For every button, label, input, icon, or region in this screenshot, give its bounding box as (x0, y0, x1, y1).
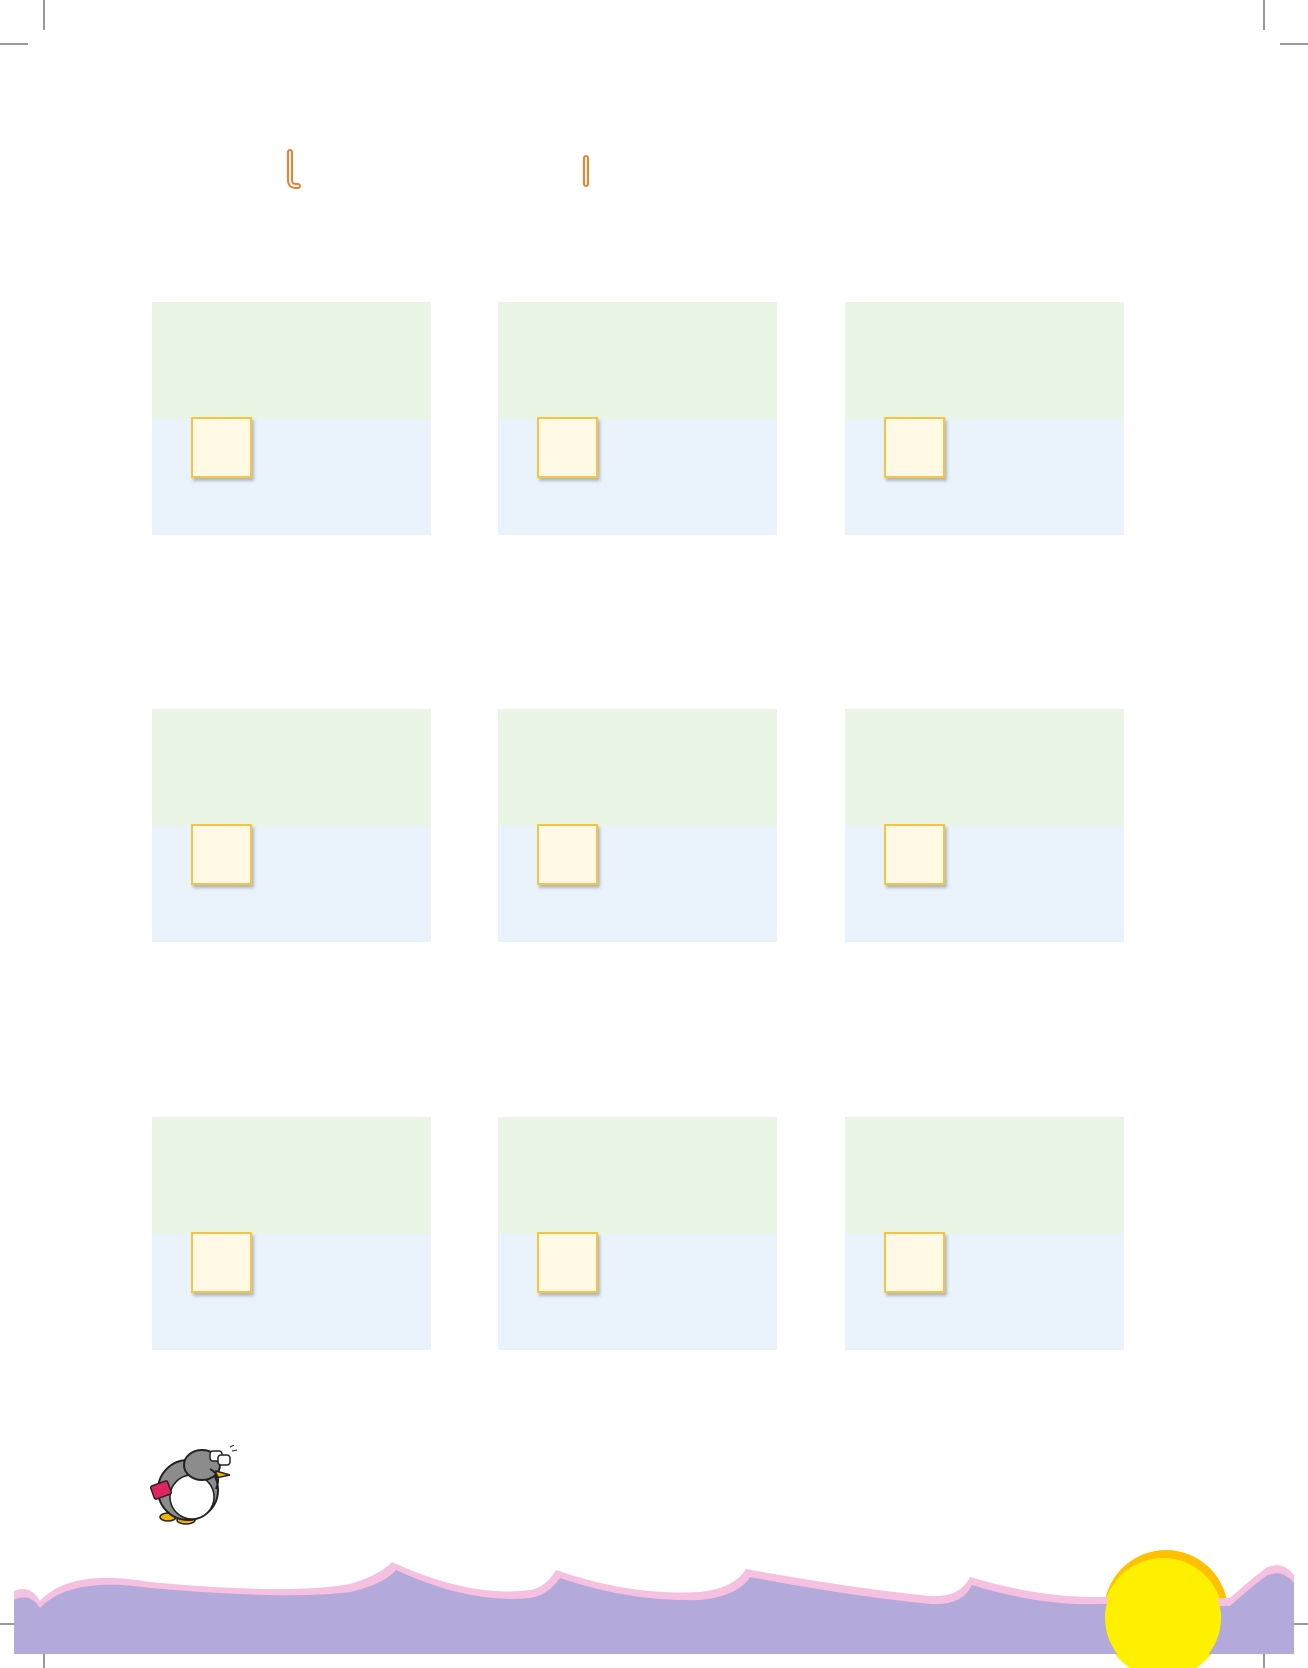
card-top-panel (845, 709, 1124, 826)
exercise-grid (152, 302, 1124, 1352)
card-top-panel (845, 302, 1124, 419)
exercise-card-1 (152, 302, 431, 535)
exercise-card-4 (152, 709, 431, 942)
answer-box[interactable] (884, 824, 945, 885)
answer-box[interactable] (191, 824, 252, 885)
wave-fill (14, 1570, 1294, 1654)
answer-box[interactable] (191, 417, 252, 478)
title-marks (287, 149, 589, 189)
answer-box[interactable] (884, 417, 945, 478)
hook-mark-icon (287, 149, 301, 189)
card-top-panel (152, 302, 431, 419)
exercise-card-7 (152, 1117, 431, 1350)
answer-box[interactable] (884, 1232, 945, 1293)
penguin-mascot-icon (150, 1445, 238, 1525)
card-top-panel (845, 1117, 1124, 1234)
footer-waves (14, 1550, 1294, 1668)
card-top-panel (152, 1117, 431, 1234)
exercise-card-5 (498, 709, 777, 942)
answer-box[interactable] (537, 417, 598, 478)
card-top-panel (152, 709, 431, 826)
answer-box[interactable] (537, 824, 598, 885)
exercise-card-8 (498, 1117, 777, 1350)
answer-box[interactable] (191, 1232, 252, 1293)
exercise-card-9 (845, 1117, 1124, 1350)
exercise-card-3 (845, 302, 1124, 535)
card-top-panel (498, 709, 777, 826)
exercise-card-6 (845, 709, 1124, 942)
exercise-card-2 (498, 302, 777, 535)
card-top-panel (498, 302, 777, 419)
card-top-panel (498, 1117, 777, 1234)
answer-box[interactable] (537, 1232, 598, 1293)
